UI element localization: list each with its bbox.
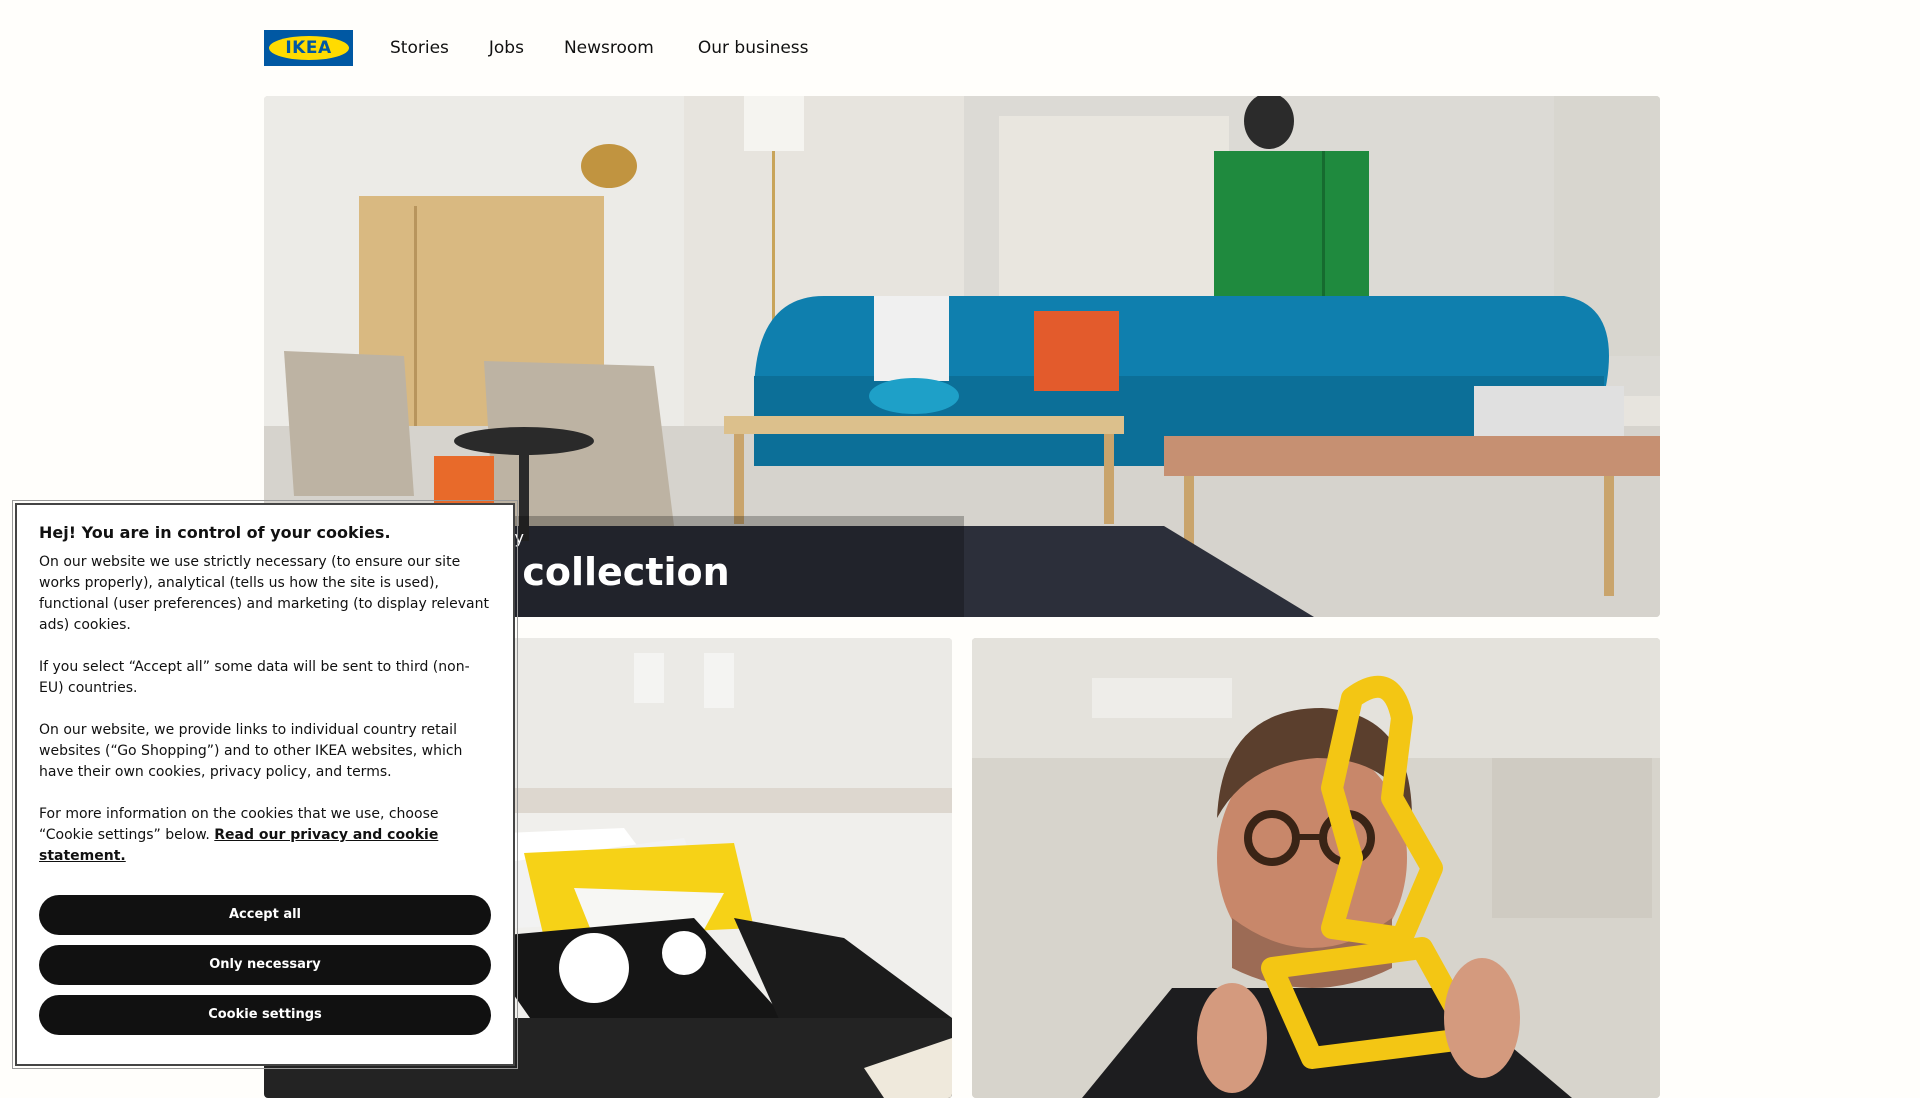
cookie-text-country-sites: On our website, we provide links to indi… xyxy=(39,722,463,780)
logo-text: IKEA xyxy=(285,38,332,58)
nav-item-jobs[interactable]: Jobs xyxy=(489,26,524,70)
designer-image xyxy=(972,638,1660,1098)
ikea-logo[interactable]: IKEA xyxy=(264,30,353,66)
cookie-dialog-title: Hej! You are in control of your cookies. xyxy=(39,523,391,542)
accept-all-button[interactable]: Accept all xyxy=(39,895,491,935)
nav-item-newsroom[interactable]: Newsroom xyxy=(564,26,654,70)
cookie-text-more-info: For more information on the cookies that… xyxy=(39,804,491,867)
main-nav: Stories Jobs Newsroom Our business xyxy=(390,26,849,70)
logo-oval: IKEA xyxy=(268,36,349,60)
feature-card-designer[interactable] xyxy=(972,638,1660,1098)
site-header: IKEA Stories Jobs Newsroom Our business xyxy=(264,26,849,70)
only-necessary-button[interactable]: Only necessary xyxy=(39,945,491,985)
nav-item-stories[interactable]: Stories xyxy=(390,26,449,70)
cookie-settings-button[interactable]: Cookie settings xyxy=(39,995,491,1035)
cookie-text-third-countries: If you select “Accept all” some data wil… xyxy=(39,659,470,696)
cookie-consent-dialog: Hej! You are in control of your cookies.… xyxy=(12,500,518,1069)
cookie-text-types: On our website we use strictly necessary… xyxy=(39,554,489,633)
nav-item-our-business[interactable]: Our business xyxy=(698,26,809,70)
